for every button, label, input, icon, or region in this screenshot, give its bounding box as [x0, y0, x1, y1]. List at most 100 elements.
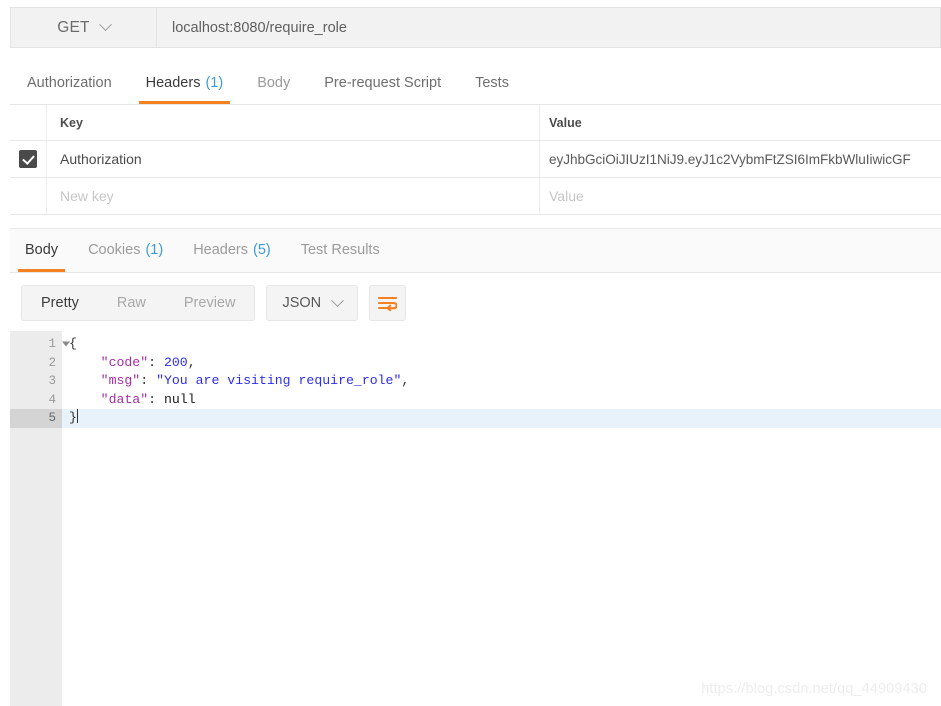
http-method-label: GET [57, 18, 90, 36]
request-tab-tests[interactable]: Tests [458, 62, 526, 104]
headers-table-header-row: Key Value [10, 105, 941, 141]
header-row-checkbox-column [10, 105, 47, 140]
line-number: 5 [10, 409, 62, 428]
response-tab-test-results[interactable]: Test Results [286, 228, 395, 272]
wrap-lines-button[interactable] [369, 285, 407, 321]
response-view-toolbar: Pretty Raw Preview JSON [10, 283, 941, 323]
header-value-text: Value [549, 188, 584, 204]
line-number-filler [10, 446, 62, 465]
url-value: localhost:8080/require_role [172, 19, 347, 36]
postman-window: GET localhost:8080/require_role Authoriz… [0, 0, 941, 706]
request-tab-headers[interactable]: Headers (1) [129, 62, 241, 104]
code-token: "data" [100, 391, 149, 407]
header-enabled-checkbox[interactable] [19, 150, 37, 168]
header-value-cell[interactable]: eyJhbGciOiJIUzI1NiJ9.eyJ1c2VybmFtZSI6ImF… [540, 141, 941, 177]
header-key-cell[interactable]: New key [47, 178, 540, 214]
code-line: "msg": "You are visiting require_role", [62, 372, 941, 391]
line-number-filler [10, 594, 62, 613]
line-number-filler [10, 483, 62, 502]
chevron-down-icon [98, 18, 112, 32]
code-token: : [148, 354, 164, 370]
line-number: 4 [48, 392, 56, 407]
view-mode-pretty[interactable]: Pretty [22, 286, 98, 320]
code-token: : [148, 391, 164, 407]
http-method-selector[interactable]: GET [10, 7, 156, 48]
response-body-editor[interactable]: 12 3 4 5 { "code": 200, "msg": "You are vis… [10, 331, 941, 706]
url-input[interactable]: localhost:8080/require_role [156, 7, 941, 48]
response-tab-headers[interactable]: Headers (5) [178, 228, 286, 272]
line-number-filler [10, 557, 62, 576]
request-tab-label: Pre-request Script [324, 75, 442, 91]
response-tab-body[interactable]: Body [10, 228, 73, 272]
header-key-text: New key [60, 188, 114, 204]
view-mode-preview[interactable]: Preview [165, 286, 255, 320]
response-format-selector[interactable]: JSON [266, 285, 359, 321]
line-number-filler [10, 650, 62, 669]
code-token: "msg" [100, 373, 141, 388]
chevron-down-icon [331, 293, 345, 307]
request-tab-pre-request-script[interactable]: Pre-request Script [307, 62, 458, 104]
response-tab-bar: Body Cookies (1) Headers (5) Test Results [10, 228, 941, 273]
column-header-value-label: Value [549, 115, 582, 130]
line-number-filler [10, 668, 62, 687]
code-token: } [69, 410, 77, 425]
line-number-filler [10, 502, 62, 521]
request-tab-label: Tests [475, 75, 509, 91]
headers-table: Key Value Authorization eyJhbGciOiJIUzI1N… [10, 105, 941, 215]
code-token: : [140, 373, 157, 388]
response-tab-cookies[interactable]: Cookies (1) [73, 228, 178, 272]
request-tab-authorization[interactable]: Authorization [10, 62, 129, 104]
code-token: "You are visiting require_role" [156, 373, 402, 388]
line-number-filler [10, 428, 62, 447]
column-header-key-label: Key [60, 115, 83, 130]
header-enable-cell [10, 141, 47, 177]
code-token: 200 [163, 354, 188, 370]
code-token: "code" [100, 354, 149, 370]
line-number: 2 [48, 355, 56, 370]
left-rail [0, 0, 10, 706]
response-tab-label: Headers [193, 242, 248, 258]
code-token: , [401, 373, 410, 388]
header-key-cell[interactable]: Authorization [47, 141, 540, 177]
request-tab-bar: Authorization Headers (1) Body Pre-request S… [10, 63, 941, 105]
line-number-filler [10, 631, 62, 650]
table-row[interactable]: New key Value [10, 178, 941, 215]
request-url-bar: GET localhost:8080/require_role [10, 7, 941, 48]
line-number-filler [10, 465, 62, 484]
line-number-filler [10, 520, 62, 539]
line-number-filler [10, 539, 62, 558]
view-mode-raw[interactable]: Raw [98, 286, 165, 320]
column-header-value: Value [540, 105, 941, 140]
code-token: , [187, 354, 196, 370]
response-format-label: JSON [282, 295, 322, 311]
header-enable-cell [10, 178, 47, 214]
code-line: "code": 200, [62, 354, 941, 373]
header-value-text: eyJhbGciOiJIUzI1NiJ9.eyJ1c2VybmFtZSI6ImF… [549, 151, 911, 167]
response-tab-label: Test Results [300, 242, 380, 258]
view-mode-group: Pretty Raw Preview [21, 285, 256, 321]
editor-line-number-gutter: 12 3 4 5 [10, 331, 70, 706]
wrap-lines-icon [378, 296, 398, 311]
response-tab-count: (1) [145, 242, 164, 258]
response-tab-count: (5) [253, 242, 271, 258]
header-value-cell[interactable]: Value [540, 178, 941, 214]
request-tab-body: Body [240, 62, 307, 104]
code-line: { [62, 335, 941, 354]
header-key-text: Authorization [60, 151, 142, 167]
response-tab-label: Cookies [88, 242, 141, 258]
code-line: "data": null [62, 391, 941, 410]
code-token: null [163, 391, 196, 407]
line-number-filler [10, 687, 62, 706]
line-number: 1 [10, 335, 70, 354]
line-number-filler [10, 576, 62, 595]
response-tab-label: Body [25, 242, 59, 258]
request-tab-count: (1) [205, 75, 224, 91]
line-number: 3 [48, 374, 56, 389]
code-line: } [62, 409, 941, 428]
editor-code-area[interactable]: { "code": 200, "msg": "You are visiting … [62, 331, 941, 706]
table-row[interactable]: Authorization eyJhbGciOiJIUzI1NiJ9.eyJ1c2… [10, 141, 941, 178]
watermark: https://blog.csdn.net/qq_44909430 [701, 681, 927, 697]
